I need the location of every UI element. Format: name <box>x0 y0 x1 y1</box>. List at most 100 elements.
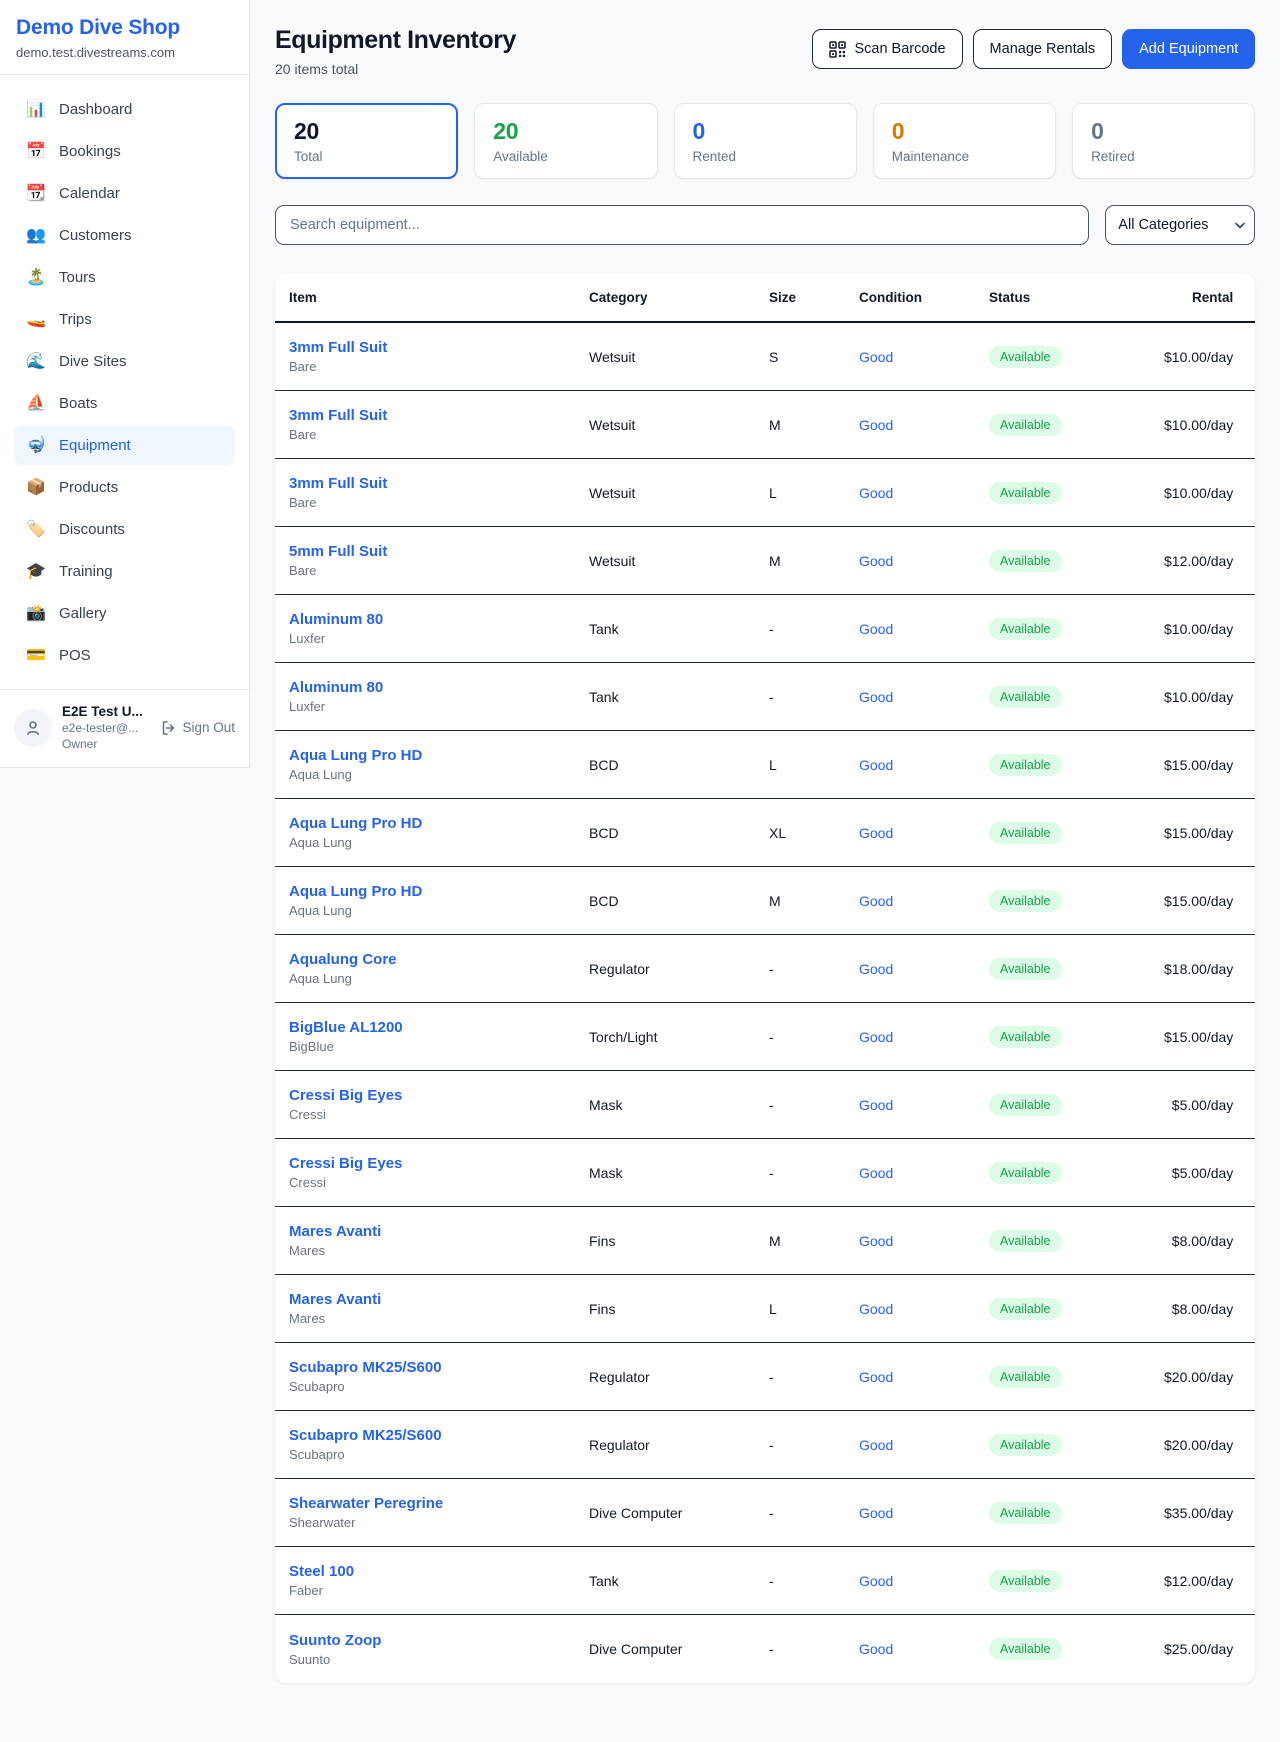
table-row: 5mm Full Suit Bare Wetsuit M Good Availa… <box>275 527 1255 595</box>
item-name-link[interactable]: Steel 100 <box>289 1563 354 1580</box>
item-size: M <box>769 553 859 569</box>
item-name-link[interactable]: 3mm Full Suit <box>289 407 387 424</box>
item-category: Wetsuit <box>589 485 769 501</box>
item-name-link[interactable]: Cressi Big Eyes <box>289 1087 402 1104</box>
sidebar-item-equipment[interactable]: 🤿 Equipment <box>14 425 235 465</box>
item-category: Dive Computer <box>589 1641 769 1657</box>
item-condition-link[interactable]: Good <box>859 485 893 501</box>
sidebar-item-discounts[interactable]: 🏷️ Discounts <box>14 509 235 549</box>
sidebar-item-trips[interactable]: 🚤 Trips <box>14 299 235 339</box>
status-cell: Available <box>989 1162 1164 1184</box>
item-category: BCD <box>589 825 769 841</box>
column-header-status: Status <box>989 290 1164 305</box>
item-condition-link[interactable]: Good <box>859 757 893 773</box>
sidebar-item-label: Equipment <box>59 437 131 454</box>
item-condition-link[interactable]: Good <box>859 1029 893 1045</box>
sidebar-item-customers[interactable]: 👥 Customers <box>14 215 235 255</box>
stat-card-available[interactable]: 20 Available <box>474 103 657 179</box>
stat-card-retired[interactable]: 0 Retired <box>1072 103 1255 179</box>
item-cell: Scubapro MK25/S600 Scubapro <box>289 1359 589 1394</box>
manage-rentals-label: Manage Rentals <box>990 41 1096 57</box>
status-cell: Available <box>989 1094 1164 1116</box>
header-actions: Scan Barcode Manage Rentals Add Equipmen… <box>812 26 1255 69</box>
item-condition-link[interactable]: Good <box>859 1505 893 1521</box>
sidebar-item-boats[interactable]: ⛵ Boats <box>14 383 235 423</box>
avatar <box>14 709 52 747</box>
item-name-link[interactable]: 5mm Full Suit <box>289 543 387 560</box>
item-size: L <box>769 485 859 501</box>
column-header-size: Size <box>769 290 859 305</box>
sidebar-item-bookings[interactable]: 📅 Bookings <box>14 131 235 171</box>
stat-card-total[interactable]: 20 Total <box>275 103 458 179</box>
item-name-link[interactable]: Aqua Lung Pro HD <box>289 815 422 832</box>
stat-card-maintenance[interactable]: 0 Maintenance <box>873 103 1056 179</box>
sidebar-item-calendar[interactable]: 📆 Calendar <box>14 173 235 213</box>
sign-out-button[interactable]: Sign Out <box>160 720 235 736</box>
sidebar-nav: 📊 Dashboard 📅 Bookings 📆 Calendar 👥 Cust… <box>0 75 249 689</box>
add-equipment-button[interactable]: Add Equipment <box>1122 29 1255 69</box>
shop-domain: demo.test.divestreams.com <box>16 45 233 60</box>
sidebar-item-tours[interactable]: 🏝️ Tours <box>14 257 235 297</box>
item-condition-link[interactable]: Good <box>859 1573 893 1589</box>
item-name-link[interactable]: Aluminum 80 <box>289 679 383 696</box>
item-condition-link[interactable]: Good <box>859 961 893 977</box>
item-name-link[interactable]: BigBlue AL1200 <box>289 1019 403 1036</box>
table-body: 3mm Full Suit Bare Wetsuit S Good Availa… <box>275 323 1255 1683</box>
item-condition-link[interactable]: Good <box>859 893 893 909</box>
item-name-link[interactable]: Suunto Zoop <box>289 1632 381 1649</box>
item-name-link[interactable]: 3mm Full Suit <box>289 339 387 356</box>
status-badge: Available <box>989 1026 1062 1048</box>
item-category: Fins <box>589 1233 769 1249</box>
item-brand: Aqua Lung <box>289 835 589 850</box>
sidebar-item-training[interactable]: 🎓 Training <box>14 551 235 591</box>
item-cell: Suunto Zoop Suunto <box>289 1632 589 1667</box>
item-condition-link[interactable]: Good <box>859 349 893 365</box>
item-name-link[interactable]: Scubapro MK25/S600 <box>289 1427 442 1444</box>
category-select[interactable]: All Categories <box>1105 205 1255 245</box>
status-badge: Available <box>989 1094 1062 1116</box>
status-badge: Available <box>989 754 1062 776</box>
item-condition-link[interactable]: Good <box>859 1165 893 1181</box>
sidebar-item-pos[interactable]: 💳 POS <box>14 635 235 675</box>
item-brand: Bare <box>289 563 589 578</box>
item-condition-link[interactable]: Good <box>859 689 893 705</box>
item-condition-link[interactable]: Good <box>859 1301 893 1317</box>
sidebar-item-dive-sites[interactable]: 🌊 Dive Sites <box>14 341 235 381</box>
sidebar-item-gallery[interactable]: 📸 Gallery <box>14 593 235 633</box>
item-condition-link[interactable]: Good <box>859 1369 893 1385</box>
status-cell: Available <box>989 686 1164 708</box>
search-input[interactable] <box>275 205 1089 245</box>
calendar-icon: 📆 <box>26 183 46 203</box>
item-name-link[interactable]: Cressi Big Eyes <box>289 1155 402 1172</box>
item-condition-link[interactable]: Good <box>859 1437 893 1453</box>
main-content: Equipment Inventory 20 items total <box>250 0 1280 1723</box>
equipment-table: ItemCategorySizeConditionStatusRental 3m… <box>275 273 1255 1683</box>
item-condition-link[interactable]: Good <box>859 621 893 637</box>
item-condition-link[interactable]: Good <box>859 1097 893 1113</box>
stat-card-rented[interactable]: 0 Rented <box>674 103 857 179</box>
sidebar-item-products[interactable]: 📦 Products <box>14 467 235 507</box>
item-condition-link[interactable]: Good <box>859 1233 893 1249</box>
customers-people-icon: 👥 <box>26 225 46 245</box>
item-name-link[interactable]: Aqua Lung Pro HD <box>289 747 422 764</box>
item-name-link[interactable]: Aqua Lung Pro HD <box>289 883 422 900</box>
item-name-link[interactable]: Aluminum 80 <box>289 611 383 628</box>
item-name-link[interactable]: 3mm Full Suit <box>289 475 387 492</box>
item-category: BCD <box>589 757 769 773</box>
status-badge: Available <box>989 958 1062 980</box>
item-condition-link[interactable]: Good <box>859 825 893 841</box>
barcode-scan-icon <box>829 41 846 58</box>
scan-barcode-button[interactable]: Scan Barcode <box>812 29 962 69</box>
item-brand: Aqua Lung <box>289 903 589 918</box>
item-name-link[interactable]: Aqualung Core <box>289 951 397 968</box>
item-name-link[interactable]: Mares Avanti <box>289 1223 381 1240</box>
item-name-link[interactable]: Shearwater Peregrine <box>289 1495 443 1512</box>
item-condition-link[interactable]: Good <box>859 417 893 433</box>
item-condition-link[interactable]: Good <box>859 553 893 569</box>
sidebar-item-dashboard[interactable]: 📊 Dashboard <box>14 89 235 129</box>
item-condition-link[interactable]: Good <box>859 1641 893 1657</box>
item-name-link[interactable]: Mares Avanti <box>289 1291 381 1308</box>
status-badge: Available <box>989 1502 1062 1524</box>
item-name-link[interactable]: Scubapro MK25/S600 <box>289 1359 442 1376</box>
manage-rentals-button[interactable]: Manage Rentals <box>973 29 1113 69</box>
